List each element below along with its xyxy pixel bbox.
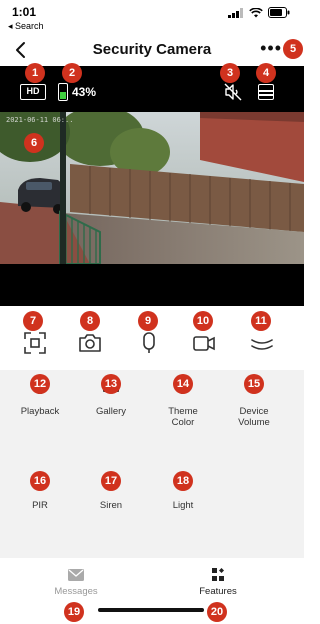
video-timestamp: 2021-06-11 06:.. [6, 116, 74, 124]
bottom-tab-bar: Messages Features [0, 558, 304, 624]
home-indicator[interactable] [98, 608, 204, 612]
feature-label: Siren [99, 500, 123, 511]
camera-feed-image [0, 112, 304, 264]
hd-quality-button[interactable]: HD [20, 84, 46, 100]
video-record-icon[interactable] [191, 330, 217, 356]
annotation-badge-20: 20 [207, 602, 227, 622]
annotation-badge-7: 7 [23, 311, 43, 331]
camera-live-view[interactable]: HD 43% 2021-06-11 06:.. [0, 66, 304, 306]
nav-bar: Security Camera ••• [0, 36, 304, 64]
annotation-badge-12: 12 [30, 374, 50, 394]
tab-features[interactable]: Features [178, 568, 258, 597]
annotation-badge-19: 19 [64, 602, 84, 622]
annotation-badge-8: 8 [80, 311, 100, 331]
annotation-badge-17: 17 [101, 471, 121, 491]
status-time: 1:01 [12, 5, 37, 19]
microphone-icon[interactable] [136, 330, 162, 356]
annotation-badge-5: 5 [283, 39, 303, 59]
feature-label: Playback [20, 406, 60, 417]
mail-icon [68, 569, 84, 581]
camera-battery-icon [58, 83, 68, 101]
status-bar: 1:01 ◂ Search [0, 0, 304, 36]
speaker-muted-icon[interactable] [224, 83, 242, 101]
annotation-badge-11: 11 [251, 311, 271, 331]
tab-label-messages: Messages [54, 586, 98, 597]
feature-label: Gallery [95, 406, 127, 417]
feature-label: Theme Color [168, 406, 198, 428]
feature-label: Device Volume [238, 406, 270, 428]
signal-icon [228, 7, 243, 18]
annotation-badge-13: 13 [101, 374, 121, 394]
annotation-badge-2: 2 [62, 63, 82, 83]
grid-icon [212, 568, 224, 581]
annotation-badge-18: 18 [173, 471, 193, 491]
fullscreen-icon[interactable] [22, 330, 48, 356]
annotation-badge-10: 10 [193, 311, 213, 331]
wifi-icon [249, 7, 263, 17]
camera-icon[interactable] [77, 330, 103, 356]
annotation-badge-9: 9 [138, 311, 158, 331]
tab-messages[interactable]: Messages [36, 568, 116, 597]
video-bottom-bar [0, 264, 304, 306]
tab-label-features: Features [199, 586, 237, 597]
annotation-badge-16: 16 [30, 471, 50, 491]
annotation-badge-14: 14 [173, 374, 193, 394]
chevron-double-down-icon[interactable] [249, 330, 275, 356]
feature-label: Light [172, 500, 194, 511]
battery-icon [268, 7, 290, 18]
more-horizontal-icon[interactable]: ••• [260, 38, 282, 59]
feature-label: PIR [32, 500, 48, 511]
annotation-badge-1: 1 [25, 63, 45, 83]
layout-icon[interactable] [258, 84, 274, 100]
annotation-badge-3: 3 [220, 63, 240, 83]
page-title: Security Camera [92, 41, 212, 58]
annotation-badge-4: 4 [256, 63, 276, 83]
camera-battery-percent: 43% [72, 85, 97, 99]
annotation-badge-6: 6 [24, 133, 44, 153]
features-panel: Playback Gallery Theme Color Device Volu… [0, 370, 304, 558]
back-to-search-link[interactable]: ◂ Search [8, 21, 44, 32]
status-icons [228, 7, 290, 18]
annotation-badge-15: 15 [244, 374, 264, 394]
